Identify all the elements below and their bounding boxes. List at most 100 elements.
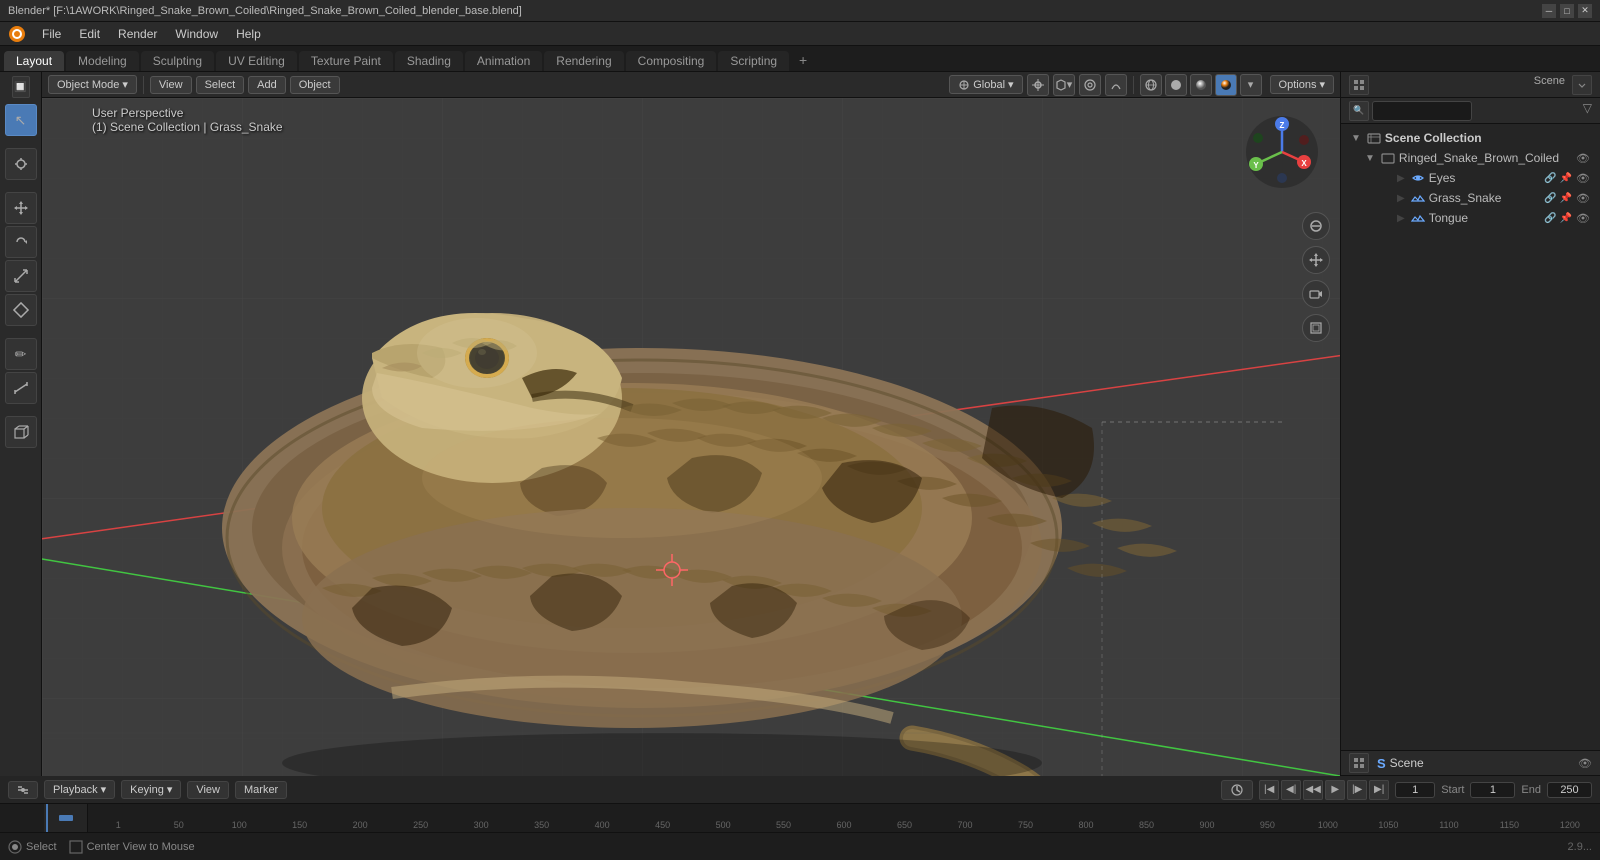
view-menu-timeline[interactable]: View (187, 781, 229, 799)
filter-scene-objects[interactable]: 🔍 (1349, 101, 1369, 121)
jump-start[interactable]: |◀ (1259, 780, 1279, 800)
filter-icon[interactable]: ▽ (1583, 101, 1592, 121)
maximize-button[interactable]: □ (1560, 4, 1574, 18)
close-button[interactable]: ✕ (1578, 4, 1592, 18)
tab-modeling[interactable]: Modeling (66, 51, 139, 71)
eyes-expand[interactable]: ▶ (1397, 173, 1405, 184)
move-tool[interactable] (5, 192, 37, 224)
view-menu[interactable]: View (150, 76, 192, 94)
proportional-falloff[interactable] (1105, 74, 1127, 96)
pan-camera[interactable] (1302, 246, 1330, 274)
tab-add-button[interactable]: + (791, 49, 815, 71)
play-forward[interactable]: ▶ (1325, 780, 1345, 800)
menu-edit[interactable]: Edit (71, 25, 108, 43)
tab-rendering[interactable]: Rendering (544, 51, 623, 71)
tab-scripting[interactable]: Scripting (718, 51, 789, 71)
snap-options[interactable]: ▾ (1053, 74, 1075, 96)
transform-tool[interactable] (5, 294, 37, 326)
ruler-mark-950: 950 (1237, 820, 1297, 832)
annotate-tool[interactable]: ✏ (5, 338, 37, 370)
end-frame-input[interactable] (1547, 782, 1592, 798)
outliner-search[interactable] (1372, 101, 1472, 121)
minimize-button[interactable]: ─ (1542, 4, 1556, 18)
zoom-camera[interactable] (1302, 212, 1330, 240)
play-reverse[interactable]: ◀◀ (1303, 780, 1323, 800)
current-frame-input[interactable]: 1 (1395, 782, 1435, 798)
end-label: End (1521, 784, 1541, 796)
outliner-item-eyes[interactable]: ▶ Eyes 🔗 📌 👁 (1377, 168, 1596, 188)
start-frame-input[interactable] (1470, 782, 1515, 798)
tongue-visibility[interactable]: 👁 (1576, 212, 1590, 225)
header-separator-2 (1133, 76, 1134, 94)
collection-item-snake[interactable]: ▼ Ringed_Snake_Brown_Coiled 👁 (1357, 148, 1596, 168)
keying-menu[interactable]: Keying ▾ (121, 780, 181, 799)
grasssnake-visibility[interactable]: 👁 (1576, 192, 1590, 205)
menu-window[interactable]: Window (167, 25, 226, 43)
prev-keyframe[interactable]: ◀| (1281, 780, 1301, 800)
grasssnake-link-icon[interactable]: 🔗 (1544, 193, 1556, 204)
ortho-view[interactable] (1302, 314, 1330, 342)
ruler-mark-700: 700 (935, 820, 995, 832)
grasssnake-expand[interactable]: ▶ (1397, 193, 1405, 204)
outliner-display-mode[interactable] (1349, 75, 1369, 95)
mode-dropdown[interactable]: Object Mode ▾ (48, 75, 137, 94)
shading-options[interactable]: ▾ (1240, 74, 1262, 96)
camera-view[interactable] (1302, 280, 1330, 308)
select-menu[interactable]: Select (196, 76, 245, 94)
workspace-tabs: Layout Modeling Sculpting UV Editing Tex… (0, 46, 1600, 72)
tab-animation[interactable]: Animation (465, 51, 542, 71)
rotate-tool[interactable] (5, 226, 37, 258)
tongue-constraint-icon[interactable]: 📌 (1560, 213, 1572, 224)
tongue-expand[interactable]: ▶ (1397, 213, 1405, 224)
transform-orientation[interactable]: Global ▾ (949, 75, 1022, 94)
add-cube-tool[interactable] (5, 416, 37, 448)
tab-layout[interactable]: Layout (4, 51, 64, 71)
scene-visibility[interactable]: 👁 (1578, 757, 1592, 770)
rendered-shading[interactable] (1215, 74, 1237, 96)
jump-end[interactable]: ▶| (1369, 780, 1389, 800)
visibility-toggle-snake[interactable]: 👁 (1576, 152, 1590, 165)
scale-tool[interactable] (5, 260, 37, 292)
tab-sculpting[interactable]: Sculpting (141, 51, 214, 71)
overlay-btn[interactable]: Options ▾ (1270, 75, 1334, 94)
timeline-channel-1[interactable] (59, 815, 73, 821)
eyes-constraint-icon[interactable]: 📌 (1560, 173, 1572, 184)
viewport-3d[interactable]: Object Mode ▾ View Select Add Object Glo… (42, 72, 1340, 776)
proportional-editing[interactable] (1079, 74, 1101, 96)
timeline-ruler[interactable]: 1 50 100 150 200 250 300 350 400 450 500… (0, 804, 1600, 832)
solid-shading[interactable] (1165, 74, 1187, 96)
object-menu[interactable]: Object (290, 76, 340, 94)
next-keyframe[interactable]: |▶ (1347, 780, 1367, 800)
tab-shading[interactable]: Shading (395, 51, 463, 71)
menu-render[interactable]: Render (110, 25, 165, 43)
cursor-tool[interactable] (5, 148, 37, 180)
menu-file[interactable]: File (34, 25, 69, 43)
select-tool[interactable]: ↖ (5, 104, 37, 136)
playhead[interactable] (46, 804, 48, 832)
blender-logo (6, 23, 28, 45)
outliner-item-grasssnake[interactable]: ▶ Grass_Snake 🔗 📌 👁 (1377, 188, 1596, 208)
scene-select[interactable] (1572, 75, 1592, 95)
tab-compositing[interactable]: Compositing (626, 51, 717, 71)
eyes-visibility[interactable]: 👁 (1576, 172, 1590, 185)
scene-panel-icon[interactable] (1349, 753, 1369, 773)
playback-menu[interactable]: Playback ▾ (44, 780, 115, 799)
add-menu[interactable]: Add (248, 76, 286, 94)
snap-toggle[interactable] (1027, 74, 1049, 96)
outliner-item-tongue[interactable]: ▶ Tongue 🔗 📌 👁 (1377, 208, 1596, 228)
sync-playback[interactable] (1221, 780, 1253, 800)
grasssnake-vertex-icon[interactable]: 📌 (1560, 193, 1572, 204)
tab-uv-editing[interactable]: UV Editing (216, 51, 297, 71)
tongue-link-icon[interactable]: 🔗 (1544, 213, 1556, 224)
menu-help[interactable]: Help (228, 25, 269, 43)
marker-menu[interactable]: Marker (235, 781, 287, 799)
collection-expand-arrow[interactable]: ▼ (1351, 133, 1361, 144)
material-shading[interactable] (1190, 74, 1212, 96)
tab-texture-paint[interactable]: Texture Paint (299, 51, 393, 71)
axis-gizmo[interactable]: Z X Y (1242, 112, 1322, 192)
wireframe-shading[interactable] (1140, 74, 1162, 96)
measure-tool[interactable] (5, 372, 37, 404)
collection-expand-sub[interactable]: ▼ (1365, 153, 1375, 164)
eyes-link-icon[interactable]: 🔗 (1544, 173, 1556, 184)
timeline-mode-icon[interactable] (8, 781, 38, 799)
